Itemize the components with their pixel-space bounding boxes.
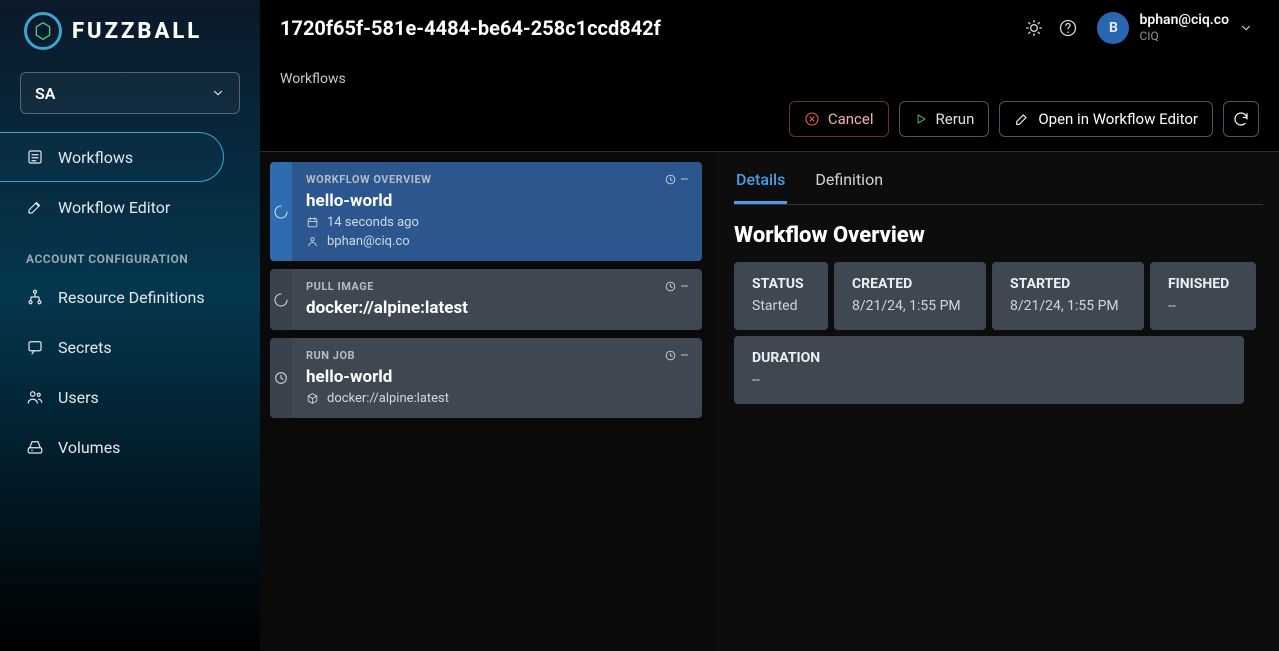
- stat-label: CREATED: [852, 276, 968, 292]
- drive-icon: [26, 438, 44, 456]
- details-panel: Details Definition Workflow Overview STA…: [714, 152, 1279, 651]
- sidebar-item-workflow-editor[interactable]: Workflow Editor: [0, 182, 260, 232]
- sidebar-item-label: Volumes: [58, 438, 120, 457]
- org-selector[interactable]: SA: [20, 72, 240, 114]
- sidebar-item-label: Resource Definitions: [58, 288, 205, 307]
- sidebar-item-label: Users: [58, 388, 99, 407]
- step-kicker: WORKFLOW OVERVIEW: [306, 173, 431, 186]
- clock-icon: [270, 338, 292, 418]
- step-title: docker://alpine:latest: [306, 298, 688, 318]
- sidebar-item-label: Secrets: [58, 338, 112, 357]
- brand-name: FUZZBALL: [72, 19, 202, 44]
- tabs: Details Definition: [734, 160, 1263, 205]
- action-bar: Cancel Rerun Open in Workflow Editor: [280, 101, 1259, 137]
- cancel-button-label: Cancel: [828, 110, 874, 128]
- details-heading: Workflow Overview: [734, 223, 1263, 248]
- tree-icon: [26, 288, 44, 306]
- theme-toggle-icon[interactable]: [1017, 11, 1051, 45]
- calendar-icon: [306, 216, 319, 229]
- step-meta-user: bphan@ciq.co: [306, 234, 688, 249]
- refresh-icon: [1232, 110, 1250, 128]
- step-duration: --: [664, 172, 688, 187]
- stat-label: DURATION: [752, 350, 1226, 366]
- user-email: bphan@ciq.co: [1139, 12, 1229, 29]
- stat-row-2: DURATION --: [734, 336, 1263, 404]
- stat-value: 8/21/24, 1:55 PM: [852, 298, 968, 314]
- open-in-editor-label: Open in Workflow Editor: [1038, 110, 1198, 128]
- stat-row-1: STATUS Started CREATED 8/21/24, 1:55 PM …: [734, 262, 1263, 330]
- play-icon: [914, 112, 928, 126]
- step-card-workflow-overview[interactable]: WORKFLOW OVERVIEW -- hello-world 14 seco…: [270, 162, 702, 261]
- sidebar-item-workflows[interactable]: Workflows: [0, 132, 224, 182]
- step-duration: --: [664, 279, 688, 294]
- brand-mark-icon: [24, 12, 62, 50]
- rerun-button-label: Rerun: [936, 110, 975, 128]
- sidebar-item-label: Workflow Editor: [58, 198, 170, 217]
- refresh-button[interactable]: [1223, 101, 1259, 137]
- org-selector-label: SA: [35, 84, 55, 103]
- cube-icon: [306, 392, 319, 405]
- help-icon[interactable]: [1051, 11, 1085, 45]
- spinner-icon: [270, 269, 292, 330]
- stat-finished: FINISHED --: [1150, 262, 1256, 330]
- avatar: B: [1097, 12, 1129, 44]
- spinner-icon: [270, 162, 292, 261]
- stat-duration: DURATION --: [734, 336, 1244, 404]
- stat-label: STARTED: [1010, 276, 1126, 292]
- brand-logo: FUZZBALL: [0, 0, 260, 58]
- users-icon: [26, 388, 44, 406]
- topbar: 1720f65f-581e-4484-be64-258c1ccd842f B b…: [260, 0, 1279, 55]
- stat-created: CREATED 8/21/24, 1:55 PM: [834, 262, 986, 330]
- step-title: hello-world: [306, 367, 688, 387]
- tab-definition[interactable]: Definition: [813, 160, 885, 204]
- sidebar-section-label: ACCOUNT CONFIGURATION: [0, 232, 260, 272]
- tab-details[interactable]: Details: [734, 160, 787, 204]
- content: WORKFLOW OVERVIEW -- hello-world 14 seco…: [260, 152, 1279, 651]
- sidebar-item-label: Workflows: [58, 148, 133, 167]
- sidebar-item-users[interactable]: Users: [0, 372, 260, 422]
- step-kicker: PULL IMAGE: [306, 280, 374, 293]
- clock-icon: [664, 173, 677, 186]
- sidebar-item-volumes[interactable]: Volumes: [0, 422, 260, 472]
- step-meta-image: docker://alpine:latest: [306, 391, 688, 406]
- list-icon: [26, 148, 44, 166]
- sidebar-item-secrets[interactable]: Secrets: [0, 322, 260, 372]
- stat-label: STATUS: [752, 276, 810, 292]
- cancel-icon: [804, 111, 820, 127]
- stat-value: Started: [752, 298, 810, 314]
- breadcrumb[interactable]: Workflows: [280, 71, 1259, 87]
- cancel-button[interactable]: Cancel: [789, 101, 889, 137]
- stat-started: STARTED 8/21/24, 1:55 PM: [992, 262, 1144, 330]
- step-kicker: RUN JOB: [306, 349, 355, 362]
- sidebar: FUZZBALL SA Workflows Workflow Editor AC…: [0, 0, 260, 651]
- subheader: Workflows Cancel Rerun Open in Workflow …: [260, 55, 1279, 152]
- step-title: hello-world: [306, 191, 688, 211]
- user-icon: [306, 235, 319, 248]
- sidebar-item-resource-definitions[interactable]: Resource Definitions: [0, 272, 260, 322]
- message-icon: [26, 338, 44, 356]
- stat-label: FINISHED: [1168, 276, 1238, 292]
- step-card-run-job[interactable]: RUN JOB -- hello-world docker://alpine:l…: [270, 338, 702, 418]
- step-meta-time: 14 seconds ago: [306, 215, 688, 230]
- stat-value: --: [752, 372, 1226, 388]
- stat-status: STATUS Started: [734, 262, 828, 330]
- clock-icon: [664, 349, 677, 362]
- user-menu[interactable]: B bphan@ciq.co CIQ: [1085, 12, 1259, 44]
- main: 1720f65f-581e-4484-be64-258c1ccd842f B b…: [260, 0, 1279, 651]
- workflow-steps-list: WORKFLOW OVERVIEW -- hello-world 14 seco…: [260, 152, 714, 651]
- edit-icon: [26, 198, 44, 216]
- open-in-editor-button[interactable]: Open in Workflow Editor: [999, 101, 1213, 137]
- rerun-button[interactable]: Rerun: [899, 101, 990, 137]
- stat-value: 8/21/24, 1:55 PM: [1010, 298, 1126, 314]
- user-org: CIQ: [1139, 29, 1229, 43]
- chevron-down-icon: [1239, 21, 1253, 35]
- stat-value: --: [1168, 298, 1238, 314]
- step-card-pull-image[interactable]: PULL IMAGE -- docker://alpine:latest: [270, 269, 702, 330]
- clock-icon: [664, 280, 677, 293]
- edit-icon: [1014, 111, 1030, 127]
- page-title: 1720f65f-581e-4484-be64-258c1ccd842f: [280, 16, 661, 40]
- chevron-down-icon: [211, 86, 225, 100]
- step-duration: --: [664, 348, 688, 363]
